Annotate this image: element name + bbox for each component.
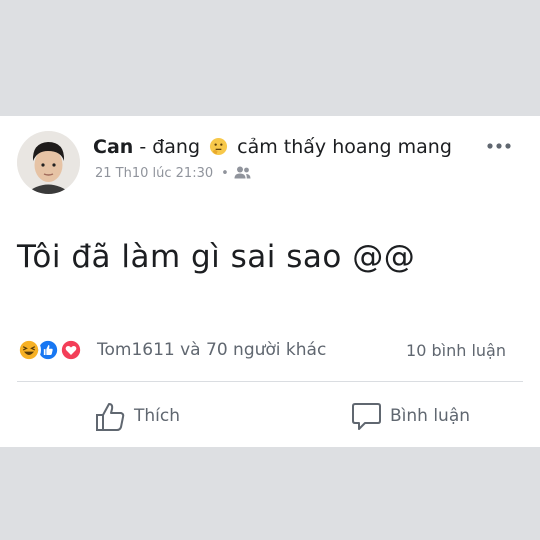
reaction-summary[interactable]: Tom1611 và 70 người khác bbox=[97, 340, 326, 360]
feeling-text: cảm thấy hoang mang bbox=[237, 136, 452, 158]
love-reaction-icon bbox=[59, 338, 83, 362]
comment-button[interactable]: Bình luận bbox=[351, 399, 470, 433]
haha-reaction-icon bbox=[17, 338, 41, 362]
divider bbox=[17, 381, 523, 382]
meta-separator: • bbox=[221, 166, 229, 181]
reaction-icons[interactable] bbox=[17, 338, 97, 362]
post-header: Can - đang cảm thấy hoang mang bbox=[93, 136, 452, 158]
more-dots-icon bbox=[487, 143, 511, 149]
comment-label: Bình luận bbox=[390, 406, 471, 426]
avatar[interactable] bbox=[17, 131, 80, 194]
thumbs-up-icon bbox=[96, 402, 125, 431]
post-meta: 21 Th10 lúc 21:30 • bbox=[95, 166, 251, 181]
like-button[interactable]: Thích bbox=[95, 399, 180, 433]
friends-icon[interactable] bbox=[234, 166, 251, 179]
post-card: Can - đang cảm thấy hoang mang 21 Th10 l… bbox=[0, 116, 540, 447]
comment-count[interactable]: 10 bình luận bbox=[406, 341, 506, 360]
comment-bubble-icon bbox=[352, 402, 381, 430]
feeling-prefix: - đang bbox=[133, 136, 201, 158]
avatar-photo bbox=[17, 131, 80, 194]
thinking-face-icon bbox=[210, 137, 228, 156]
author-name[interactable]: Can bbox=[93, 136, 133, 158]
like-label: Thích bbox=[134, 406, 181, 426]
more-options-button[interactable] bbox=[486, 136, 512, 156]
post-timestamp[interactable]: 21 Th10 lúc 21:30 bbox=[95, 166, 213, 181]
post-body-text: Tôi đã làm gì sai sao @@ bbox=[17, 239, 416, 275]
